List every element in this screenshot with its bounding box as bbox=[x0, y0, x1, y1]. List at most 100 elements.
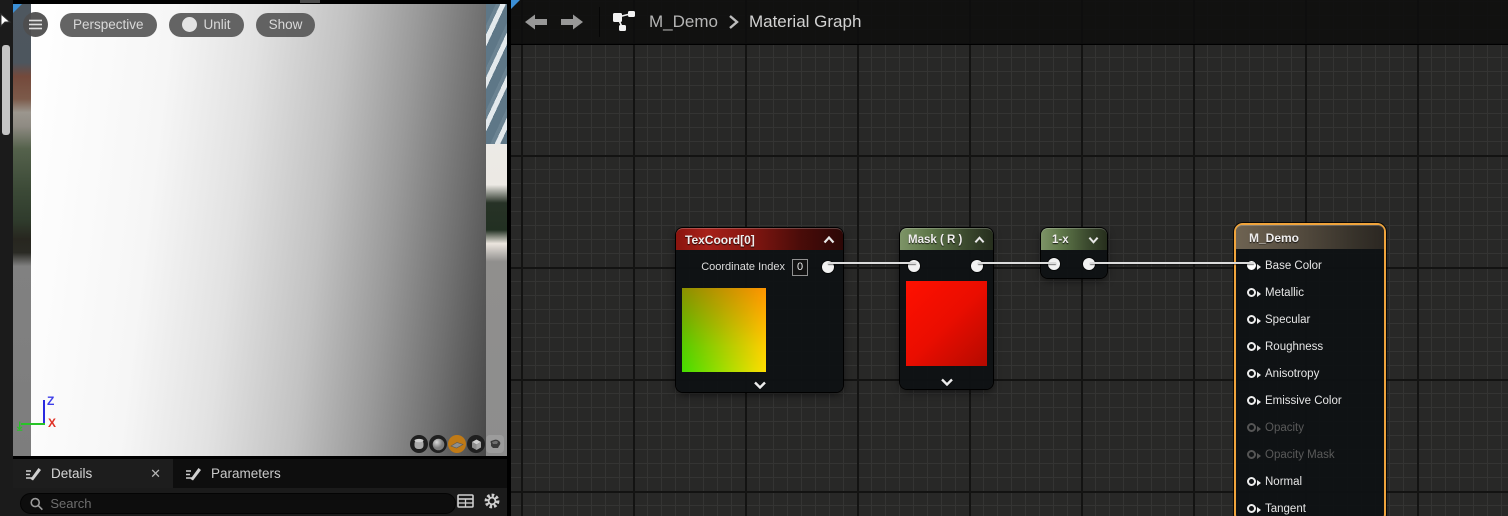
parameters-icon bbox=[185, 466, 202, 481]
oneminus-pin-row bbox=[1041, 252, 1107, 276]
show-label: Show bbox=[269, 17, 303, 32]
details-panel: Details ✕ Parameters bbox=[13, 459, 507, 516]
search-box[interactable] bbox=[20, 493, 456, 514]
opacity-pin bbox=[1247, 423, 1256, 432]
node-oneminus-title: 1-x bbox=[1052, 234, 1069, 246]
teapot-icon bbox=[489, 438, 502, 451]
viewport-toolbar: Perspective Unlit Show bbox=[23, 12, 315, 37]
anisotropy-pin[interactable] bbox=[1247, 369, 1256, 378]
breadcrumb-separator-icon bbox=[728, 14, 739, 30]
rail-scrollbar-thumb[interactable] bbox=[2, 45, 10, 135]
wire-mask-to-oneminus bbox=[978, 262, 1056, 264]
pin-label: Opacity bbox=[1265, 422, 1304, 434]
node-texcoord-header[interactable]: TexCoord[0] bbox=[676, 228, 843, 250]
show-button[interactable]: Show bbox=[256, 13, 316, 37]
metallic-pin[interactable] bbox=[1247, 288, 1256, 297]
mouse-cursor-icon bbox=[0, 13, 12, 27]
pin-label: Anisotropy bbox=[1265, 368, 1319, 380]
collapse-up-icon[interactable] bbox=[974, 236, 985, 244]
back-arrow-icon bbox=[525, 14, 547, 30]
node-mask-title: Mask ( R ) bbox=[908, 234, 962, 246]
environment-background-left bbox=[13, 4, 31, 456]
oneminus-output-pin[interactable] bbox=[1083, 258, 1095, 270]
perspective-label: Perspective bbox=[73, 17, 144, 32]
tangent-pin[interactable] bbox=[1247, 504, 1256, 513]
material-preview-viewport[interactable]: Perspective Unlit Show ⤓ Z X bbox=[13, 4, 507, 456]
z-axis-line bbox=[43, 400, 45, 424]
pin-label: Tangent bbox=[1265, 503, 1306, 515]
uv-preview-thumbnail bbox=[682, 288, 766, 372]
breadcrumb-asset[interactable]: M_Demo bbox=[649, 12, 718, 32]
pin-row-metallic[interactable]: Metallic bbox=[1236, 279, 1384, 306]
node-texcoord[interactable]: TexCoord[0] Coordinate Index 0 bbox=[676, 228, 843, 392]
wire-texcoord-to-mask bbox=[828, 262, 916, 264]
pin-row-specular[interactable]: Specular bbox=[1236, 306, 1384, 333]
left-dock-rail bbox=[0, 0, 13, 516]
forward-arrow-icon bbox=[561, 14, 583, 30]
details-panel-icons bbox=[457, 492, 501, 510]
expand-down-icon[interactable] bbox=[940, 378, 953, 386]
viewport-menu-button[interactable] bbox=[23, 12, 48, 37]
gear-icon[interactable] bbox=[483, 492, 501, 510]
opacity-mask-pin bbox=[1247, 450, 1256, 459]
x-axis-label: X bbox=[48, 416, 56, 430]
environment-background-right bbox=[486, 4, 507, 456]
emissive-color-pin[interactable] bbox=[1247, 396, 1256, 405]
coordinate-index-field[interactable]: 0 bbox=[792, 259, 808, 276]
pin-label: Emissive Color bbox=[1265, 395, 1342, 407]
pin-row-tangent[interactable]: Tangent bbox=[1236, 495, 1384, 516]
coordinate-index-row: Coordinate Index 0 bbox=[676, 254, 843, 280]
shape-plane-button[interactable] bbox=[448, 435, 466, 453]
window-edge-notch bbox=[300, 0, 320, 3]
tab-close-icon[interactable]: ✕ bbox=[150, 466, 161, 482]
pin-row-emissive-color[interactable]: Emissive Color bbox=[1236, 387, 1384, 414]
hamburger-icon bbox=[29, 19, 42, 30]
perspective-button[interactable]: Perspective bbox=[60, 13, 157, 37]
collapse-up-icon[interactable] bbox=[823, 236, 835, 244]
pin-label: Metallic bbox=[1265, 287, 1304, 299]
table-view-icon[interactable] bbox=[457, 493, 474, 509]
material-graph-canvas[interactable]: M_Demo Material Graph TexCoord[0] Coordi… bbox=[511, 0, 1508, 516]
specular-pin[interactable] bbox=[1247, 315, 1256, 324]
pin-label: Roughness bbox=[1265, 341, 1323, 353]
cylinder-icon bbox=[413, 438, 425, 451]
node-material-output[interactable]: M_Demo Base Color Metallic Specular Roug… bbox=[1234, 223, 1386, 516]
breadcrumb-page: Material Graph bbox=[749, 12, 861, 32]
toolbar-separator bbox=[599, 7, 600, 37]
shape-sphere-button[interactable] bbox=[429, 435, 447, 453]
view-mode-label: Unlit bbox=[204, 17, 231, 32]
back-button[interactable] bbox=[525, 14, 547, 30]
expand-down-icon[interactable] bbox=[753, 381, 766, 389]
node-mask-header[interactable]: Mask ( R ) bbox=[900, 228, 993, 250]
node-output-header[interactable]: M_Demo bbox=[1236, 225, 1384, 249]
node-mask[interactable]: Mask ( R ) bbox=[900, 228, 993, 389]
tab-parameters[interactable]: Parameters bbox=[173, 459, 293, 488]
pin-row-opacity: Opacity bbox=[1236, 414, 1384, 441]
search-input[interactable] bbox=[50, 496, 446, 511]
details-icon bbox=[25, 466, 42, 481]
tab-details-label: Details bbox=[51, 466, 92, 481]
shape-cylinder-button[interactable] bbox=[410, 435, 428, 453]
node-oneminus[interactable]: 1-x bbox=[1041, 228, 1107, 278]
forward-button[interactable] bbox=[561, 14, 583, 30]
pin-row-roughness[interactable]: Roughness bbox=[1236, 333, 1384, 360]
shape-custom-mesh-button[interactable] bbox=[486, 435, 504, 453]
y-axis-arrowhead: ⤓ bbox=[17, 419, 22, 434]
coordinate-index-label: Coordinate Index bbox=[701, 261, 785, 273]
collapse-down-icon[interactable] bbox=[1088, 236, 1099, 244]
normal-pin[interactable] bbox=[1247, 477, 1256, 486]
shape-cube-button[interactable] bbox=[467, 435, 485, 453]
mask-preview-thumbnail bbox=[906, 281, 987, 366]
pin-row-anisotropy[interactable]: Anisotropy bbox=[1236, 360, 1384, 387]
details-tab-bar: Details ✕ Parameters bbox=[13, 459, 507, 488]
roughness-pin[interactable] bbox=[1247, 342, 1256, 351]
tab-details[interactable]: Details ✕ bbox=[13, 459, 173, 488]
oneminus-input-pin[interactable] bbox=[1048, 258, 1060, 270]
axis-gizmo: ⤓ Z X bbox=[18, 394, 78, 439]
pin-row-base-color[interactable]: Base Color bbox=[1236, 252, 1384, 279]
view-mode-button[interactable]: Unlit bbox=[169, 13, 244, 37]
tab-parameters-label: Parameters bbox=[211, 466, 281, 481]
pin-row-normal[interactable]: Normal bbox=[1236, 468, 1384, 495]
pin-label: Normal bbox=[1265, 476, 1302, 488]
node-oneminus-header[interactable]: 1-x bbox=[1041, 228, 1107, 250]
